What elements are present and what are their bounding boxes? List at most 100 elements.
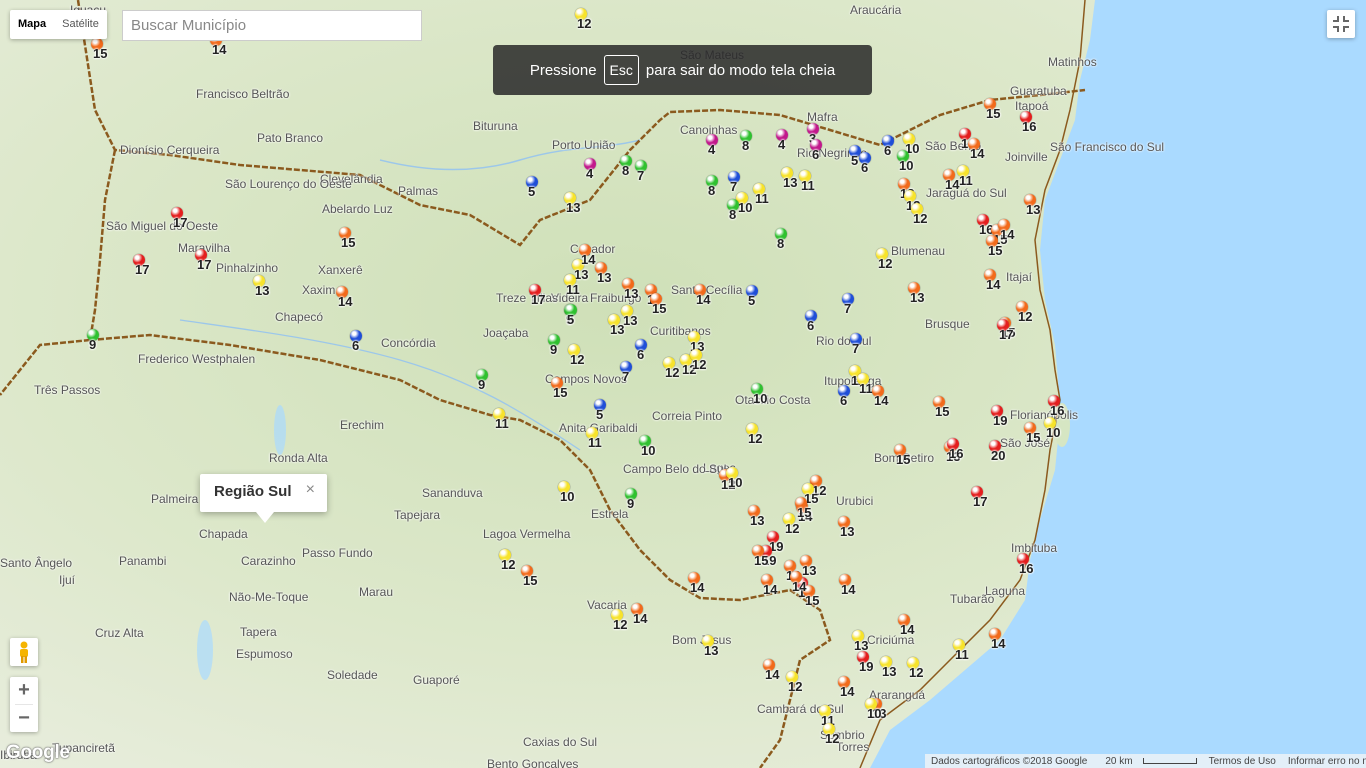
street-view-pegman[interactable] <box>10 638 38 666</box>
temperature-marker[interactable]: 6 <box>882 135 894 158</box>
temperature-marker[interactable]: 14 <box>998 219 1014 242</box>
map-canvas[interactable]: IguaçuAraucáriaSão MateusFrancisco Beltr… <box>0 0 1366 768</box>
google-logo[interactable]: Google <box>6 742 70 764</box>
temperature-marker[interactable]: 11 <box>564 274 580 297</box>
temperature-marker[interactable]: 6 <box>805 310 817 333</box>
temperature-marker[interactable]: 4 <box>584 158 596 181</box>
temperature-marker[interactable]: 13 <box>622 278 638 301</box>
temperature-marker[interactable]: 13 <box>564 192 580 215</box>
temperature-marker[interactable]: 15 <box>795 497 811 520</box>
temperature-marker[interactable]: 11 <box>857 373 873 396</box>
temperature-marker[interactable]: 10 <box>903 133 919 156</box>
temperature-marker[interactable]: 12 <box>611 609 627 632</box>
temperature-marker[interactable]: 10 <box>897 150 913 173</box>
temperature-marker[interactable]: 5 <box>565 304 577 327</box>
temperature-marker[interactable]: 13 <box>688 331 704 354</box>
temperature-marker[interactable]: 6 <box>859 152 871 175</box>
temperature-marker[interactable]: 13 <box>621 305 637 328</box>
temperature-marker[interactable]: 9 <box>548 334 560 357</box>
terms-link[interactable]: Termos de Uso <box>1203 756 1282 767</box>
temperature-marker[interactable]: 7 <box>728 171 740 194</box>
temperature-marker[interactable]: 4 <box>706 134 718 157</box>
temperature-marker[interactable]: 6 <box>350 330 362 353</box>
temperature-marker[interactable]: 10 <box>865 698 881 721</box>
temperature-marker[interactable]: 13 <box>253 275 269 298</box>
temperature-marker[interactable]: 15 <box>984 98 1000 121</box>
temperature-marker[interactable]: 13 <box>838 516 854 539</box>
temperature-marker[interactable]: 16 <box>1048 395 1064 418</box>
temperature-marker[interactable]: 8 <box>620 155 632 178</box>
zoom-in-button[interactable]: + <box>10 677 38 704</box>
temperature-marker[interactable]: 14 <box>968 138 984 161</box>
temperature-marker[interactable]: 12 <box>575 8 591 31</box>
temperature-marker[interactable]: 15 <box>933 396 949 419</box>
temperature-marker[interactable]: 13 <box>898 178 914 201</box>
temperature-marker[interactable]: 13 <box>800 555 816 578</box>
temperature-marker[interactable]: 15 <box>91 38 107 61</box>
temperature-marker[interactable]: 12 <box>786 671 802 694</box>
temperature-marker[interactable]: 14 <box>838 676 854 699</box>
temperature-marker[interactable]: 13 <box>852 630 868 653</box>
temperature-marker[interactable]: 14 <box>839 574 855 597</box>
temperature-marker[interactable]: 13 <box>595 262 611 285</box>
temperature-marker[interactable]: 16 <box>947 438 963 461</box>
temperature-marker[interactable]: 14 <box>943 169 959 192</box>
search-input[interactable] <box>122 10 422 41</box>
temperature-marker[interactable]: 14 <box>898 614 914 637</box>
temperature-marker[interactable]: 19 <box>767 531 783 554</box>
temperature-marker[interactable]: 12 <box>907 657 923 680</box>
temperature-marker[interactable]: 3 <box>807 123 819 146</box>
temperature-marker[interactable]: 12 <box>568 344 584 367</box>
temperature-marker[interactable]: 14 <box>790 571 806 594</box>
temperature-marker[interactable]: 17 <box>997 319 1013 342</box>
temperature-marker[interactable]: 13 <box>908 282 924 305</box>
temperature-marker[interactable]: 12 <box>876 248 892 271</box>
temperature-marker[interactable]: 5 <box>594 399 606 422</box>
temperature-marker[interactable]: 6 <box>810 139 822 162</box>
temperature-marker[interactable]: 12 <box>783 513 799 536</box>
temperature-marker[interactable]: 5 <box>526 176 538 199</box>
temperature-marker[interactable]: 6 <box>635 339 647 362</box>
temperature-marker[interactable]: 12 <box>690 349 706 372</box>
temperature-marker[interactable]: 10 <box>726 467 742 490</box>
temperature-marker[interactable]: 9 <box>476 369 488 392</box>
temperature-marker[interactable]: 14 <box>761 574 777 597</box>
temperature-marker[interactable]: 8 <box>727 199 739 222</box>
temperature-marker[interactable]: 13 <box>904 190 920 213</box>
temperature-marker[interactable]: 13 <box>880 656 896 679</box>
temperature-marker[interactable]: 5 <box>746 285 758 308</box>
temperature-marker[interactable]: 12 <box>823 723 839 746</box>
temperature-marker[interactable]: 14 <box>336 286 352 309</box>
temperature-marker[interactable]: 14 <box>688 572 704 595</box>
temperature-marker[interactable]: 10 <box>1044 417 1060 440</box>
temperature-marker[interactable]: 10 <box>751 383 767 406</box>
temperature-marker[interactable]: 12 <box>746 423 762 446</box>
temperature-marker[interactable]: 14 <box>579 244 595 267</box>
temperature-marker[interactable]: 12 <box>1016 301 1032 324</box>
temperature-marker[interactable]: 6 <box>838 385 850 408</box>
temperature-marker[interactable]: 15 <box>551 377 567 400</box>
temperature-marker[interactable]: 14 <box>631 603 647 626</box>
temperature-marker[interactable]: 8 <box>775 228 787 251</box>
temperature-marker[interactable]: 15 <box>521 565 537 588</box>
temperature-marker[interactable]: 12 <box>499 549 515 572</box>
report-error-link[interactable]: Informar erro no mapa <box>1282 756 1366 767</box>
temperature-marker[interactable]: 7 <box>850 333 862 356</box>
temperature-marker[interactable]: 16 <box>1017 553 1033 576</box>
temperature-marker[interactable]: 13 <box>1024 194 1040 217</box>
temperature-marker[interactable]: 15 <box>802 483 818 506</box>
temperature-marker[interactable]: 14 <box>872 385 888 408</box>
temperature-marker[interactable]: 16 <box>977 214 993 237</box>
temperature-marker[interactable]: 16 <box>1020 111 1036 134</box>
temperature-marker[interactable]: 15 <box>650 293 666 316</box>
zoom-out-button[interactable]: − <box>10 705 38 732</box>
temperature-marker[interactable]: 9 <box>87 329 99 352</box>
temperature-marker[interactable]: 11 <box>586 427 602 450</box>
temperature-marker[interactable]: 8 <box>706 175 718 198</box>
temperature-marker[interactable]: 17 <box>971 486 987 509</box>
temperature-marker[interactable]: 7 <box>635 160 647 183</box>
temperature-marker[interactable]: 13 <box>702 635 718 658</box>
temperature-marker[interactable]: 17 <box>195 249 211 272</box>
temperature-marker[interactable]: 17 <box>171 207 187 230</box>
temperature-marker[interactable]: 14 <box>763 659 779 682</box>
